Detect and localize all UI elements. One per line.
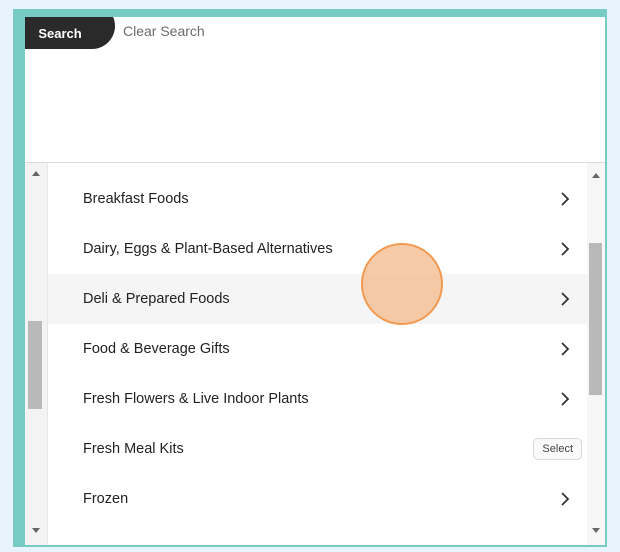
scroll-thumb[interactable]	[589, 243, 602, 395]
clear-search-link[interactable]: Clear Search	[123, 23, 205, 39]
category-label: Deli & Prepared Foods	[83, 291, 230, 307]
category-row-gifts[interactable]: Food & Beverage Gifts	[48, 324, 588, 374]
chevron-right-icon[interactable]	[556, 340, 574, 358]
left-scrollbar[interactable]	[25, 163, 48, 545]
category-list: Breakfast Foods Dairy, Eggs & Plant-Base…	[48, 174, 588, 524]
chevron-right-icon[interactable]	[556, 290, 574, 308]
search-toolbar: Search Clear Search	[25, 17, 605, 172]
category-row-deli[interactable]: Deli & Prepared Foods	[48, 274, 588, 324]
category-label: Breakfast Foods	[83, 191, 189, 207]
select-button[interactable]: Select	[533, 438, 582, 460]
category-panel: Search Clear Search Breakfast Foods Dair…	[25, 17, 605, 545]
scroll-down-arrow-icon[interactable]	[32, 528, 40, 533]
chevron-right-icon[interactable]	[556, 390, 574, 408]
category-label: Food & Beverage Gifts	[83, 341, 230, 357]
touch-cursor-indicator	[361, 243, 443, 325]
category-label: Fresh Flowers & Live Indoor Plants	[83, 391, 309, 407]
scroll-thumb[interactable]	[28, 321, 42, 409]
category-label: Frozen	[83, 491, 129, 507]
scroll-down-arrow-icon[interactable]	[592, 528, 600, 533]
category-row-flowers[interactable]: Fresh Flowers & Live Indoor Plants	[48, 374, 588, 424]
category-label: Fresh Meal Kits	[83, 441, 184, 457]
search-button[interactable]: Search	[25, 17, 115, 49]
chevron-right-icon[interactable]	[556, 240, 574, 258]
category-label: Dairy, Eggs & Plant-Based Alternatives	[83, 241, 333, 257]
divider	[25, 162, 605, 163]
category-row-meal-kits[interactable]: Fresh Meal Kits Select	[48, 424, 588, 474]
chevron-right-icon[interactable]	[556, 490, 574, 508]
category-row-breakfast[interactable]: Breakfast Foods	[48, 174, 588, 224]
right-scrollbar[interactable]	[587, 163, 605, 545]
scroll-up-arrow-icon[interactable]	[32, 171, 40, 176]
category-row-dairy[interactable]: Dairy, Eggs & Plant-Based Alternatives	[48, 224, 588, 274]
chevron-right-icon[interactable]	[556, 190, 574, 208]
category-row-frozen[interactable]: Frozen	[48, 474, 588, 524]
scroll-up-arrow-icon[interactable]	[592, 173, 600, 178]
